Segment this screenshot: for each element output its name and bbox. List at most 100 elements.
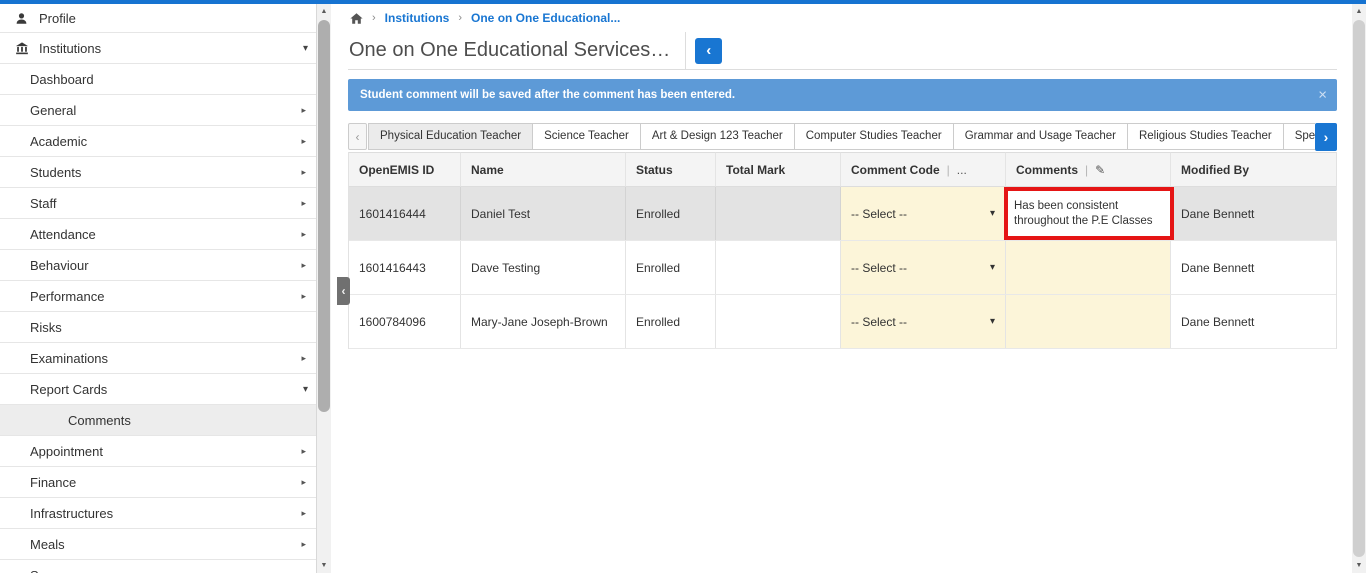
tab-art-design-teacher[interactable]: Art & Design 123 Teacher <box>639 123 795 150</box>
close-icon[interactable]: × <box>1318 87 1327 104</box>
scroll-up-button[interactable]: ▲ <box>1352 4 1366 19</box>
cell-openemis-id: 1600784096 <box>349 295 461 348</box>
sidebar-item-appointment[interactable]: Appointment ▸ <box>0 436 316 467</box>
sidebar-item-profile[interactable]: Profile <box>0 4 316 33</box>
cell-modified-by: Dane Bennett <box>1181 314 1255 329</box>
column-header-comment-code: Comment Code | ... <box>841 152 1006 187</box>
sidebar-item-infrastructures[interactable]: Infrastructures ▸ <box>0 498 316 529</box>
cell-name: Dave Testing <box>461 241 626 294</box>
tab-computer-studies-teacher[interactable]: Computer Studies Teacher <box>793 123 954 150</box>
page-scrollbar[interactable]: ▲ ▼ <box>1352 4 1366 573</box>
chevron-right-icon: ▸ <box>301 259 306 270</box>
sidebar-item-risks[interactable]: Risks <box>0 312 316 343</box>
sidebar-item-institutions[interactable]: Institutions ▾ <box>0 33 316 64</box>
column-header-status: Status <box>626 152 716 187</box>
institution-icon <box>14 41 29 55</box>
comment-input-cell[interactable] <box>1006 241 1171 294</box>
chevron-right-icon: ▸ <box>301 476 306 487</box>
comment-input-cell[interactable] <box>1006 295 1171 348</box>
sidebar-item-staff[interactable]: Staff ▸ <box>0 188 316 219</box>
breadcrumb-current-page[interactable]: One on One Educational... <box>471 11 620 25</box>
select-value: -- Select -- <box>851 260 908 275</box>
breadcrumb-institutions[interactable]: Institutions <box>385 11 450 25</box>
tab-spelling-teacher[interactable]: Spelling Teacher <box>1282 123 1315 150</box>
tab-physical-education-teacher[interactable]: Physical Education Teacher <box>368 123 534 150</box>
page-header: One on One Educational Services… ‹ <box>348 32 1337 70</box>
scroll-down-button[interactable]: ▼ <box>1352 558 1366 573</box>
sidebar-item-meals[interactable]: Meals ▸ <box>0 529 316 560</box>
sidebar-scrollbar[interactable]: ▲ ▼ <box>317 4 331 573</box>
sidebar-collapse-handle[interactable]: ‹ <box>337 277 350 305</box>
sidebar-item-attendance[interactable]: Attendance ▸ <box>0 219 316 250</box>
scroll-up-button[interactable]: ▲ <box>317 4 331 19</box>
edit-pencil-icon[interactable]: ✎ <box>1095 163 1105 177</box>
table-row[interactable]: 1601416444 Daniel Test Enrolled -- Selec… <box>349 187 1336 241</box>
more-options-icon[interactable]: ... <box>957 163 967 177</box>
select-value: -- Select -- <box>851 206 908 221</box>
column-header-comments: Comments | ✎ <box>1006 152 1171 187</box>
tab-grammar-usage-teacher[interactable]: Grammar and Usage Teacher <box>952 123 1128 150</box>
chevron-right-icon: ▸ <box>301 445 306 456</box>
sidebar-item-examinations[interactable]: Examinations ▸ <box>0 343 316 374</box>
column-header-label: Comment Code <box>851 162 940 177</box>
sidebar-item-students[interactable]: Students ▸ <box>0 157 316 188</box>
sidebar: Profile Institutions ▾ Dashboard General… <box>0 4 317 573</box>
sidebar-item-finance[interactable]: Finance ▸ <box>0 467 316 498</box>
chevron-right-icon: ▸ <box>301 570 306 573</box>
cell-status: Enrolled <box>626 241 716 294</box>
tab-science-teacher[interactable]: Science Teacher <box>532 123 641 150</box>
breadcrumb-separator-icon: › <box>372 12 376 24</box>
sidebar-item-survey[interactable]: Survey ▸ <box>0 560 316 573</box>
sidebar-item-performance[interactable]: Performance ▸ <box>0 281 316 312</box>
sidebar-item-label: Academic <box>30 133 88 149</box>
sidebar-item-comments[interactable]: Comments <box>0 405 316 436</box>
comment-code-select[interactable]: -- Select -- ▾ <box>841 261 1005 275</box>
sidebar-item-academic[interactable]: Academic ▸ <box>0 126 316 157</box>
cell-openemis-id: 1601416443 <box>349 241 461 294</box>
cell-modified-by: Dane Bennett <box>1171 187 1336 240</box>
scrollbar-thumb[interactable] <box>318 20 330 412</box>
column-header-total-mark: Total Mark <box>716 152 841 187</box>
sidebar-item-label: Staff <box>30 195 57 211</box>
cell-openemis-id: 1601416444 <box>349 187 461 240</box>
scrollbar-thumb[interactable] <box>1353 20 1365 557</box>
back-button[interactable]: ‹ <box>695 37 723 64</box>
home-icon[interactable] <box>350 12 363 25</box>
person-icon <box>14 12 29 25</box>
sidebar-item-label: Appointment <box>30 443 103 459</box>
sidebar-item-label: Institutions <box>39 40 102 56</box>
breadcrumb-separator-icon: › <box>458 12 463 24</box>
comment-highlight-box: Has been consistent throughout the P.E C… <box>1004 187 1174 240</box>
cell-name: Daniel Test <box>461 187 626 240</box>
sidebar-item-label: Meals <box>30 536 65 552</box>
sidebar-item-general[interactable]: General ▸ <box>0 95 316 126</box>
column-header-label: Comments <box>1016 162 1079 177</box>
scroll-down-button[interactable]: ▼ <box>317 558 331 573</box>
sidebar-item-label: Students <box>30 164 82 180</box>
tab-religious-studies-teacher[interactable]: Religious Studies Teacher <box>1126 123 1284 150</box>
sidebar-item-label: Survey <box>30 568 70 573</box>
chevron-down-icon: ▾ <box>989 262 995 273</box>
select-value: -- Select -- <box>851 314 908 329</box>
sidebar-item-behaviour[interactable]: Behaviour ▸ <box>0 250 316 281</box>
sidebar-item-label: Infrastructures <box>30 505 114 521</box>
cell-modified-by: Dane Bennett <box>1181 260 1255 275</box>
cell-total-mark <box>716 295 841 348</box>
comment-input-cell[interactable]: Has been consistent throughout the P.E C… <box>1004 187 1174 240</box>
alert-message: Student comment will be saved after the … <box>360 89 736 101</box>
sidebar-item-report-cards[interactable]: Report Cards ▾ <box>0 374 316 405</box>
comment-code-select[interactable]: -- Select -- ▾ <box>841 315 1005 329</box>
cell-status: Enrolled <box>626 295 716 348</box>
sidebar-item-dashboard[interactable]: Dashboard <box>0 64 316 95</box>
table-row[interactable]: 1601416443 Dave Testing Enrolled -- Sele… <box>349 241 1336 295</box>
tab-scroll-left-button[interactable]: ‹ <box>348 123 367 150</box>
comment-code-select[interactable]: -- Select -- ▾ <box>841 207 1005 221</box>
sidebar-item-label: Behaviour <box>30 257 89 273</box>
page-title: One on One Educational Services… <box>348 32 687 69</box>
tab-scroll-right-button[interactable]: › <box>1315 123 1337 151</box>
main-content: › Institutions › One on One Educational.… <box>331 4 1352 573</box>
sidebar-item-label: Dashboard <box>30 71 94 87</box>
cell-total-mark <box>716 241 841 294</box>
table-row[interactable]: 1600784096 Mary-Jane Joseph-Brown Enroll… <box>349 295 1336 349</box>
sidebar-item-label: Performance <box>30 288 105 304</box>
